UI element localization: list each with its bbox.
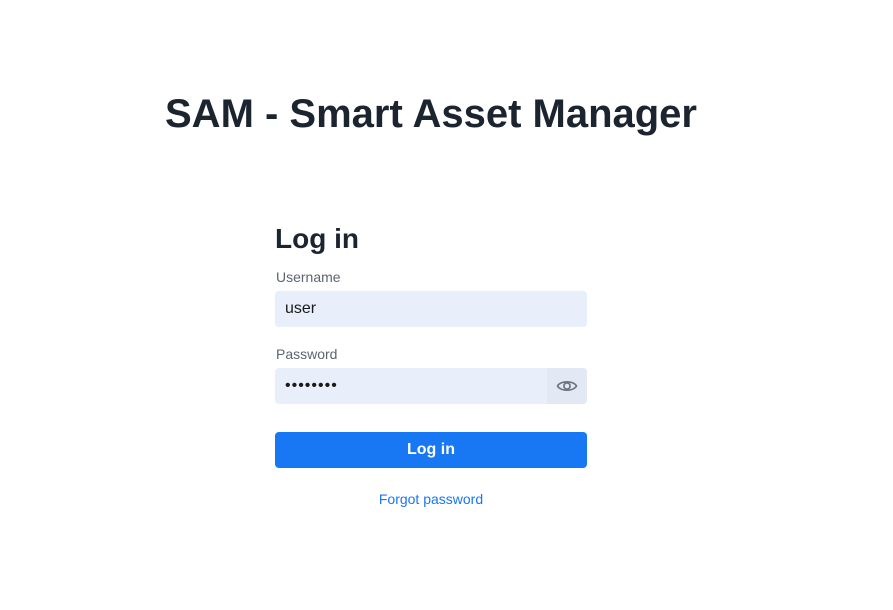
login-heading: Log in [275,223,359,254]
eye-icon [556,381,578,391]
login-form: Log in Username Password Log in Forgot p… [275,222,587,507]
username-field-wrapper [275,291,587,327]
username-label: Username [276,269,341,285]
show-password-toggle[interactable] [547,368,587,404]
password-label: Password [276,346,338,362]
username-input[interactable] [275,291,587,327]
password-input[interactable] [275,368,587,404]
forgot-password-link[interactable]: Forgot password [275,491,587,507]
login-button[interactable]: Log in [275,432,587,468]
app-title: SAM - Smart Asset Manager [165,92,697,136]
password-field-wrapper [275,368,587,404]
